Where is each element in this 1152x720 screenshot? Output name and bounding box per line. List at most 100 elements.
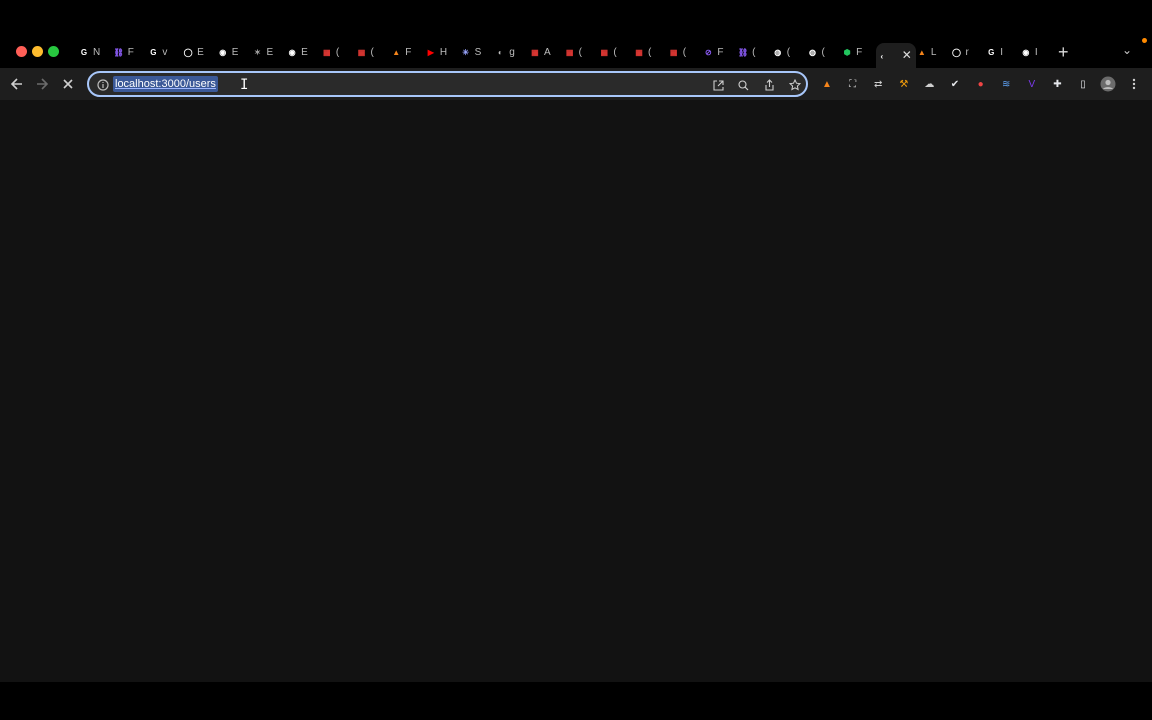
tab-strip: G N ⛓ F Gv ◯ E ◉ E ✶ E ◉ E ▦(▦(▲ F ▶ H ✳ S ◐ g ▦ A ▦(▦(▦(▦(⊘ F ⛓(… [0,34,1152,69]
fox-icon: ▲ [917,47,926,57]
browser-tab[interactable]: ▦( [668,43,703,61]
browser-toolbar: localhost:3000/users ▲ ⛶ ⇄ ⚒ ☁ ✔ ● ≋ V ✚ ▯ [0,68,1152,100]
snowflake-icon: ✳ [462,47,469,57]
minimize-window-button[interactable] [32,46,43,57]
tab-search-button[interactable]: ⌄ [1122,43,1132,57]
v-icon[interactable]: V [1024,76,1040,92]
tab-title: A [543,46,551,58]
globe-icon: ◐ [497,47,503,57]
tab-title: ( [648,46,652,58]
browser-tab[interactable]: GI [985,43,1020,61]
browser-tab[interactable]: ▦( [321,43,356,61]
tab-title: F [856,46,863,58]
profile-avatar-icon[interactable] [1100,76,1116,92]
browser-window [0,34,1152,682]
tab-title: g [509,46,515,58]
chrome-icon: G [150,47,157,57]
browser-tab[interactable]: ◍( [806,43,841,61]
ring-icon: ◍ [774,47,782,57]
tab-title: ( [613,46,617,58]
browser-tab[interactable]: ✶ E [251,43,286,61]
back-arrow-icon[interactable] [9,76,25,92]
metamask-icon[interactable]: ▲ [819,76,835,92]
youtube-icon: ▶ [427,47,434,57]
tab-title: F [405,46,412,58]
tab-title: I [1000,46,1003,58]
puzzle-icon[interactable]: ✚ [1049,76,1065,92]
browser-tab[interactable]: ◯ r [951,43,986,61]
zoom-icon[interactable] [736,78,750,92]
cloud-icon[interactable]: ☁ [921,76,937,92]
browser-tab[interactable]: ▶ H [425,43,460,61]
browser-tab[interactable]: ▦( [564,43,599,61]
close-window-button[interactable] [16,46,27,57]
browser-tab[interactable]: ◉ I [1020,43,1055,61]
browser-tab[interactable]: ⛓( [737,43,772,61]
address-input[interactable]: localhost:3000/users [113,76,218,92]
kebab-menu-icon[interactable] [1126,76,1142,92]
link-icon: ⊘ [705,47,712,57]
chrome-icon: ◉ [1022,47,1030,57]
browser-tab[interactable]: ▦( [356,43,391,61]
hammer-icon[interactable]: ⚒ [896,76,912,92]
browser-tab[interactable]: ⬢ F [841,43,876,61]
close-tab-icon[interactable]: ✕ [902,48,912,62]
browser-tab[interactable]: ◉ E [217,43,252,61]
translate-icon[interactable]: ⇄ [870,76,886,92]
tab-title: ( [752,46,756,58]
check-circle-icon[interactable]: ✔ [947,76,963,92]
tab-title: ( [370,46,374,58]
tab-list: G N ⛓ F Gv ◯ E ◉ E ✶ E ◉ E ▦(▦(▲ F ▶ H ✳ S ◐ g ▦ A ▦(▦(▦(▦(⊘ F ⛓(… [78,43,1055,69]
github-icon: ◯ [183,47,193,57]
forward-arrow-icon[interactable] [34,76,50,92]
globe-icon: ◉ [219,47,227,57]
grid-icon: ▦ [669,47,678,57]
screenshot-icon[interactable]: ⛶ [845,76,861,92]
share-icon[interactable] [762,78,776,92]
recording-indicator [1142,38,1147,43]
browser-tab[interactable]: ⊘ F [702,43,737,61]
browser-tab[interactable]: ▲ L [916,43,951,61]
bookmark-star-icon[interactable] [788,78,802,92]
browser-tab[interactable]: ▦ A [529,43,564,61]
browser-tab[interactable]: Gv [147,43,182,61]
tab-title: E [197,46,204,58]
tab-title: I [1034,46,1038,58]
tab-title: E [266,46,274,58]
grid-icon: ▦ [323,47,331,57]
browser-tab[interactable]: ▦( [598,43,633,61]
stop-loading-icon[interactable] [60,76,76,92]
browser-tab[interactable]: GN [78,43,113,61]
text-cursor-icon: I [240,77,249,93]
sidepanel-icon[interactable]: ▯ [1075,76,1091,92]
browser-tab[interactable]: ◯ E [182,43,217,61]
address-bar[interactable]: localhost:3000/users [87,71,808,97]
new-tab-button[interactable]: + [1058,42,1069,63]
grid-icon: ▦ [635,47,643,57]
browser-tab[interactable]: ◐ g [494,43,529,61]
grid-icon: ▦ [565,47,574,57]
tab-title: H [439,46,448,58]
browser-tab[interactable]: ⛓ F [113,43,148,61]
globe-icon: ◉ [288,47,296,57]
grid-icon: ▦ [357,47,366,57]
open-in-new-icon[interactable] [711,78,725,92]
maximize-window-button[interactable] [48,46,59,57]
browser-tab[interactable]: ◍( [772,43,807,61]
tab-title: F [127,46,134,58]
browser-tab[interactable]: ▦( [633,43,668,61]
tab-title: S [474,46,482,58]
browser-tab[interactable]: ◉ E [286,43,321,61]
fox-icon: ▲ [392,47,401,57]
google-icon: G [80,47,88,57]
flame-icon[interactable]: ● [973,76,989,92]
browser-tab[interactable]: ‹ ✕ [875,43,916,69]
tab-title: r [965,46,969,58]
browser-tab[interactable]: ✳ S [460,43,495,61]
wave-icon[interactable]: ≋ [998,76,1014,92]
spider-icon: ✶ [254,47,261,57]
github-icon: ◯ [952,47,961,57]
site-info-icon[interactable] [97,78,109,91]
browser-tab[interactable]: ▲ F [390,43,425,61]
tab-title: E [301,46,308,58]
